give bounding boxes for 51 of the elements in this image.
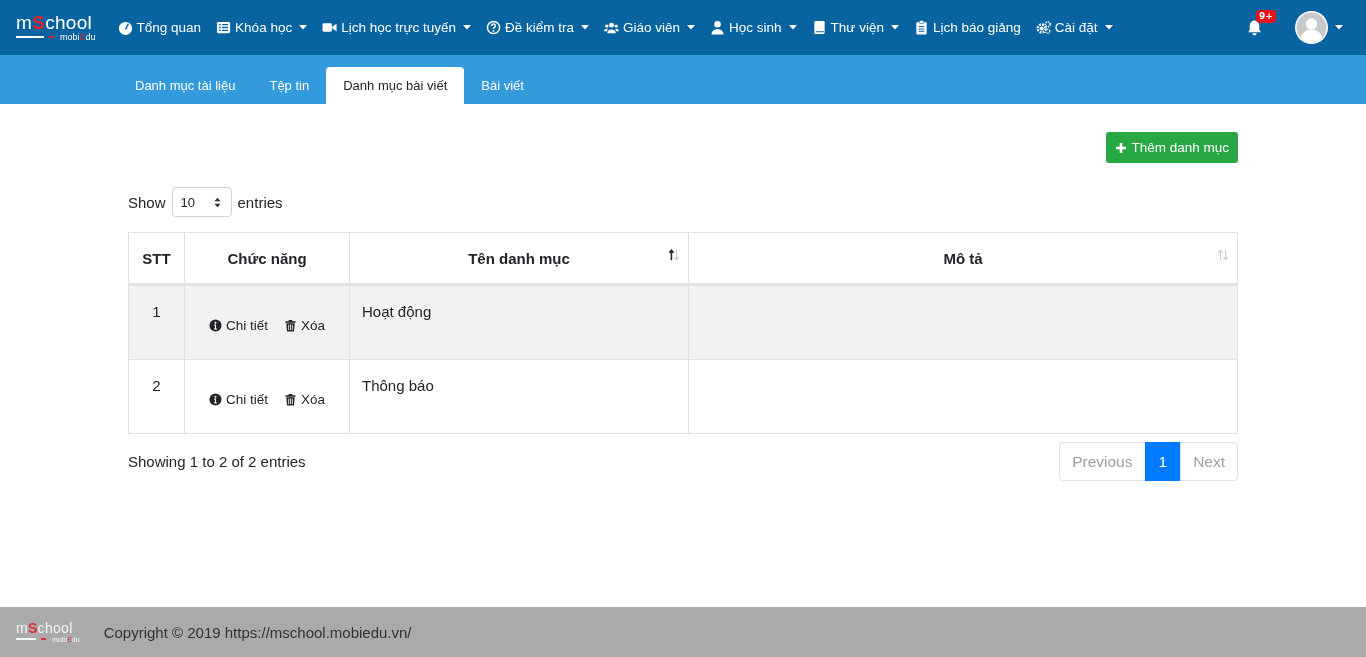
caret-icon: [788, 25, 797, 30]
bell-icon[interactable]: [1246, 19, 1263, 36]
caret-icon: [463, 25, 471, 30]
page-button[interactable]: 1: [1144, 442, 1182, 481]
book-icon: [811, 20, 827, 35]
caret-icon: [299, 25, 308, 30]
caret-icon: [687, 25, 696, 30]
tab[interactable]: Danh mục bài viết: [326, 67, 465, 104]
detail-link[interactable]: Chi tiết: [208, 392, 268, 407]
caret-icon: [890, 25, 899, 30]
detail-link[interactable]: Chi tiết: [208, 318, 268, 333]
mschool-logo[interactable]: mSchool mobiEdu: [16, 12, 96, 43]
delete-link[interactable]: Xóa: [284, 392, 326, 407]
info-icon: [208, 319, 222, 332]
avatar-icon[interactable]: [1295, 11, 1328, 44]
gears-icon: [1035, 20, 1051, 35]
trash-icon: [284, 393, 297, 406]
gauge-icon: [117, 20, 133, 35]
show-label: Show: [128, 193, 166, 211]
nav-dropdown[interactable]: Học sinh: [710, 20, 797, 35]
caret-icon: [1335, 25, 1343, 30]
caret-icon: [581, 25, 590, 30]
table-info: Showing 1 to 2 of 2 entries: [128, 453, 306, 470]
copyright-text: Copyright © 2019 https://mschool.mobiedu.vn/: [103, 623, 412, 641]
table-cell: 1: [128, 284, 185, 360]
nav-dropdown[interactable]: Cài đặt: [1035, 20, 1113, 35]
trash-icon: [284, 319, 297, 332]
table-cell: Hoạt động: [349, 284, 689, 360]
clipboard-icon: [913, 20, 929, 35]
entries-label: entries: [237, 193, 283, 211]
nav-dropdown[interactable]: Lịch học trực tuyến: [322, 20, 471, 35]
nav-link[interactable]: Tổng quan: [117, 20, 202, 35]
nav-dropdown[interactable]: Thư viện: [811, 20, 899, 35]
user-icon: [710, 20, 726, 35]
nav-dropdown[interactable]: Khóa học: [216, 20, 308, 35]
nav-dropdown[interactable]: Giáo viên: [604, 20, 696, 35]
table-cell: 2: [128, 359, 185, 434]
nav-dropdown[interactable]: Đề kiểm tra: [486, 20, 590, 35]
list-icon: [216, 20, 232, 35]
delete-link[interactable]: Xóa: [284, 318, 326, 333]
notification-badge: 9+: [1256, 10, 1276, 23]
nav-link[interactable]: Lịch báo giảng: [913, 20, 1021, 35]
question-circle-icon: [486, 20, 501, 35]
entries-select[interactable]: 10: [171, 187, 232, 217]
plus-icon: [1115, 141, 1128, 154]
info-icon: [208, 393, 222, 406]
caret-icon: [1104, 25, 1113, 30]
video-camera-icon: [322, 20, 338, 35]
users-icon: [604, 20, 620, 35]
up-down-arrows-icon: [213, 196, 221, 208]
table-cell: Thông báo: [349, 359, 689, 434]
